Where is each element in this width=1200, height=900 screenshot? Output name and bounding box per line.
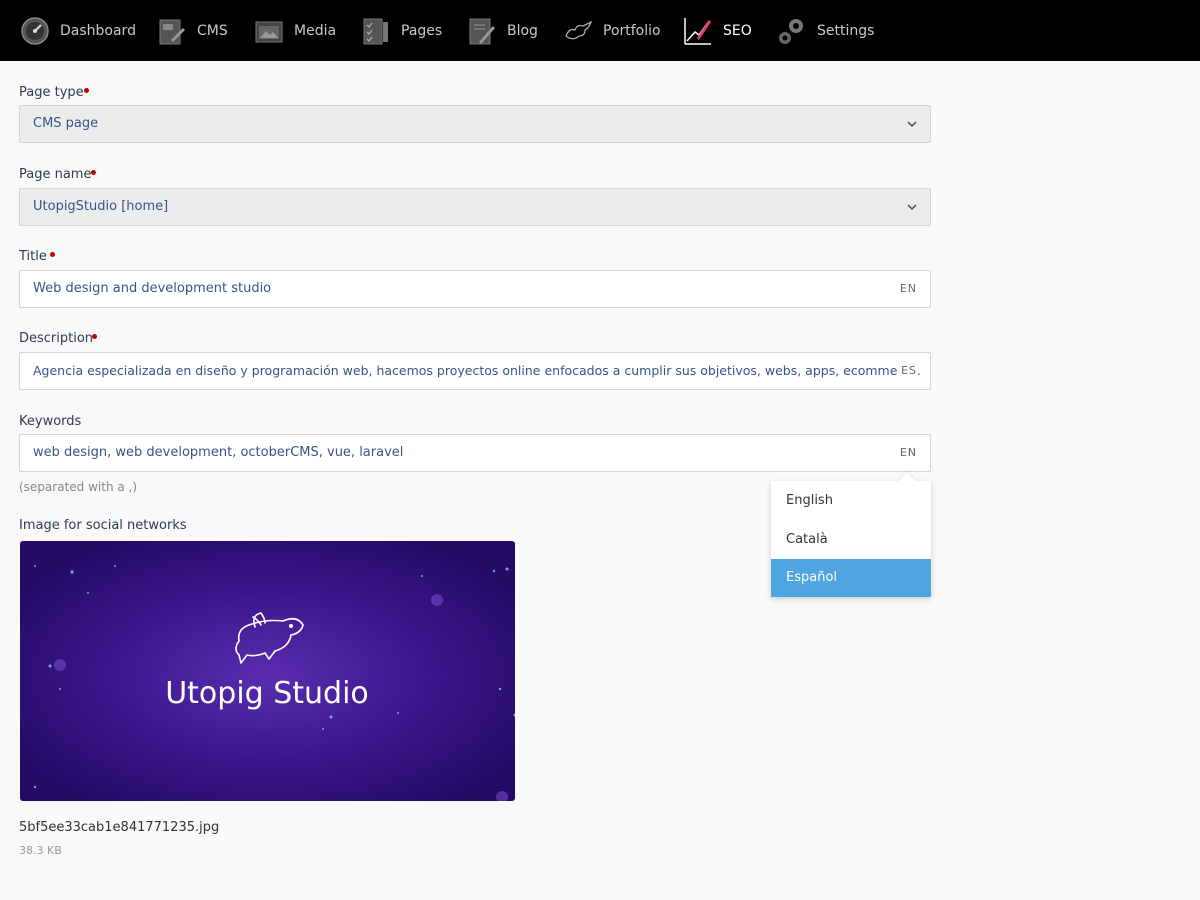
keywords-input[interactable]: web design, web development, octoberCMS,…	[19, 434, 931, 472]
nav-label: Dashboard	[60, 22, 136, 39]
pages-icon	[363, 18, 388, 44]
language-option-espanol[interactable]: Español	[771, 559, 931, 597]
description-label: Description	[19, 331, 94, 346]
title-input[interactable]: Web design and development studio EN	[19, 270, 931, 308]
nav-label: Media	[294, 22, 337, 39]
page-name-label: Page name	[19, 167, 92, 182]
media-icon	[255, 21, 283, 42]
title-label: Title	[19, 249, 47, 264]
page-type-label: Page type	[19, 85, 84, 100]
nav-label: CMS	[197, 22, 228, 39]
title-language-switcher[interactable]: EN	[900, 271, 917, 307]
keywords-label: Keywords	[19, 414, 82, 429]
image-title-text: Utopig Studio	[165, 676, 369, 711]
keywords-language-switcher[interactable]: EN	[900, 435, 917, 471]
top-navigation: Dashboard CMS Media Pages Blog Portfolio…	[0, 0, 1200, 61]
description-language-switcher[interactable]: ES	[897, 353, 917, 389]
nav-item-media[interactable]: Media	[254, 0, 336, 61]
social-image-preview: Utopig Studio	[20, 541, 515, 801]
title-value: Web design and development studio	[33, 281, 272, 296]
nav-item-pages[interactable]: Pages	[361, 0, 442, 61]
description-value: Agencia especializada en diseño y progra…	[33, 363, 921, 378]
nav-item-blog[interactable]: Blog	[467, 0, 538, 61]
chevron-down-icon	[907, 121, 917, 127]
nav-item-portfolio[interactable]: Portfolio	[563, 0, 661, 61]
social-image-label: Image for social networks	[19, 518, 187, 533]
page-type-select[interactable]: CMS page	[19, 105, 931, 143]
nav-label: Pages	[401, 22, 443, 39]
page-name-select[interactable]: UtopigStudio [home]	[19, 188, 931, 226]
seo-chart-icon	[684, 17, 711, 45]
chevron-down-icon	[907, 204, 917, 210]
cms-icon	[159, 19, 185, 44]
image-file-name: 5bf5ee33cab1e841771235.jpg	[19, 820, 220, 835]
gears-icon	[779, 18, 803, 44]
language-option-catala[interactable]: Català	[771, 521, 931, 559]
blog-icon	[469, 18, 495, 44]
dashboard-gauge-icon	[21, 16, 49, 45]
nav-item-cms[interactable]: CMS	[157, 0, 228, 61]
nav-label: SEO	[723, 22, 752, 39]
description-input[interactable]: Agencia especializada en diseño y progra…	[19, 352, 931, 390]
nav-item-seo[interactable]: SEO	[683, 0, 752, 61]
nav-item-dashboard[interactable]: Dashboard	[20, 0, 136, 61]
keywords-value: web design, web development, octoberCMS,…	[33, 445, 404, 460]
portfolio-icon	[565, 20, 593, 39]
nav-label: Settings	[817, 22, 875, 39]
image-file-size: 38.3 KB	[19, 844, 62, 857]
nav-item-settings[interactable]: Settings	[777, 0, 874, 61]
required-marker	[92, 334, 97, 339]
page-type-value: CMS page	[33, 116, 99, 131]
language-option-english[interactable]: English	[771, 482, 931, 520]
social-network-image[interactable]: Utopig Studio	[20, 541, 515, 801]
nav-label: Portfolio	[603, 22, 661, 39]
keywords-hint: (separated with a ,)	[19, 480, 138, 494]
required-marker	[50, 252, 55, 257]
nav-label: Blog	[507, 22, 538, 39]
language-dropdown: English Català Español	[771, 472, 931, 597]
required-marker	[84, 88, 89, 93]
page-name-value: UtopigStudio [home]	[33, 199, 169, 214]
required-marker	[91, 170, 96, 175]
